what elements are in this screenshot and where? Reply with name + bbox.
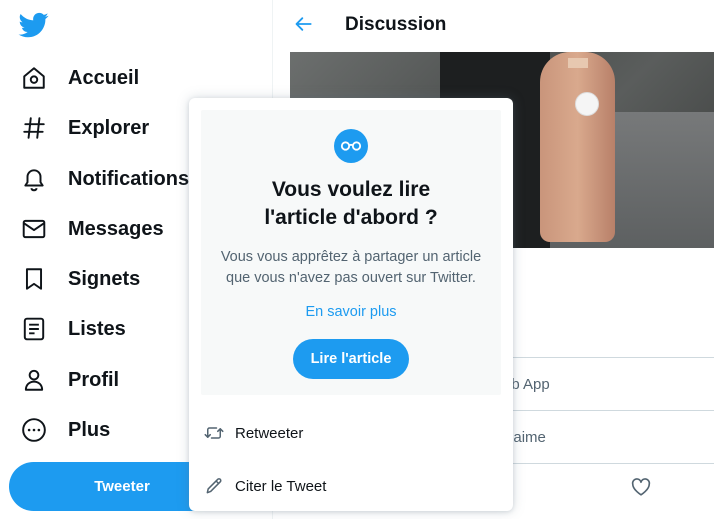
sidebar-item-label: Plus [68, 418, 111, 441]
sidebar-item-signets[interactable]: Signets [18, 256, 140, 302]
person-icon [18, 364, 50, 396]
sidebar-item-label: Signets [68, 267, 141, 290]
retweet-icon [204, 423, 224, 443]
twitter-bird-icon[interactable] [18, 10, 50, 40]
sidebar-item-listes[interactable]: Listes [18, 306, 126, 352]
home-icon [18, 62, 50, 94]
sidebar-item-label: Notifications [68, 167, 190, 190]
list-icon [18, 313, 50, 345]
envelope-icon [18, 213, 50, 245]
sidebar-item-messages[interactable]: Messages [18, 206, 164, 252]
sidebar-item-notifications[interactable]: Notifications [18, 156, 189, 202]
retweet-menu: Vous voulez lire l'article d'abord ? Vou… [189, 98, 513, 511]
bell-icon [18, 163, 50, 195]
sidebar-item-label: Profil [68, 368, 120, 391]
prompt-body: Vous vous apprêtez à partager un article… [220, 249, 482, 286]
learn-more-link[interactable]: En savoir plus [201, 304, 501, 320]
menu-item-label: Citer le Tweet [235, 477, 327, 495]
hashtag-icon [18, 112, 50, 144]
sidebar-item-accueil[interactable]: Accueil [18, 55, 139, 101]
like-button[interactable] [630, 476, 656, 500]
read-article-button[interactable]: Lire l'article [293, 339, 409, 379]
back-button[interactable] [289, 12, 319, 40]
sidebar-item-profil[interactable]: Profil [18, 357, 119, 403]
heart-icon [630, 478, 652, 502]
sidebar-item-label: Explorer [68, 116, 150, 139]
bookmark-icon [18, 263, 50, 295]
more-circle-icon [18, 414, 50, 446]
sidebar-item-explorer[interactable]: Explorer [18, 105, 149, 151]
arrow-left-icon [294, 14, 314, 39]
read-first-prompt: Vous voulez lire l'article d'abord ? Vou… [201, 110, 501, 395]
glasses-icon [334, 129, 368, 163]
sidebar-item-label: Accueil [68, 66, 140, 89]
menu-item-label: Retweeter [235, 424, 304, 442]
sidebar-item-label: Listes [68, 317, 126, 340]
retweet-menu-item[interactable]: Retweeter [189, 407, 513, 459]
prompt-title: Vous voulez lire l'article d'abord ? [264, 178, 438, 229]
page-header: Discussion [273, 0, 714, 52]
page-title: Discussion [345, 14, 447, 35]
quote-tweet-menu-item[interactable]: Citer le Tweet [189, 460, 513, 512]
sidebar-item-label: Messages [68, 217, 164, 240]
pencil-icon [204, 476, 224, 496]
sidebar-item-plus[interactable]: Plus [18, 407, 110, 453]
